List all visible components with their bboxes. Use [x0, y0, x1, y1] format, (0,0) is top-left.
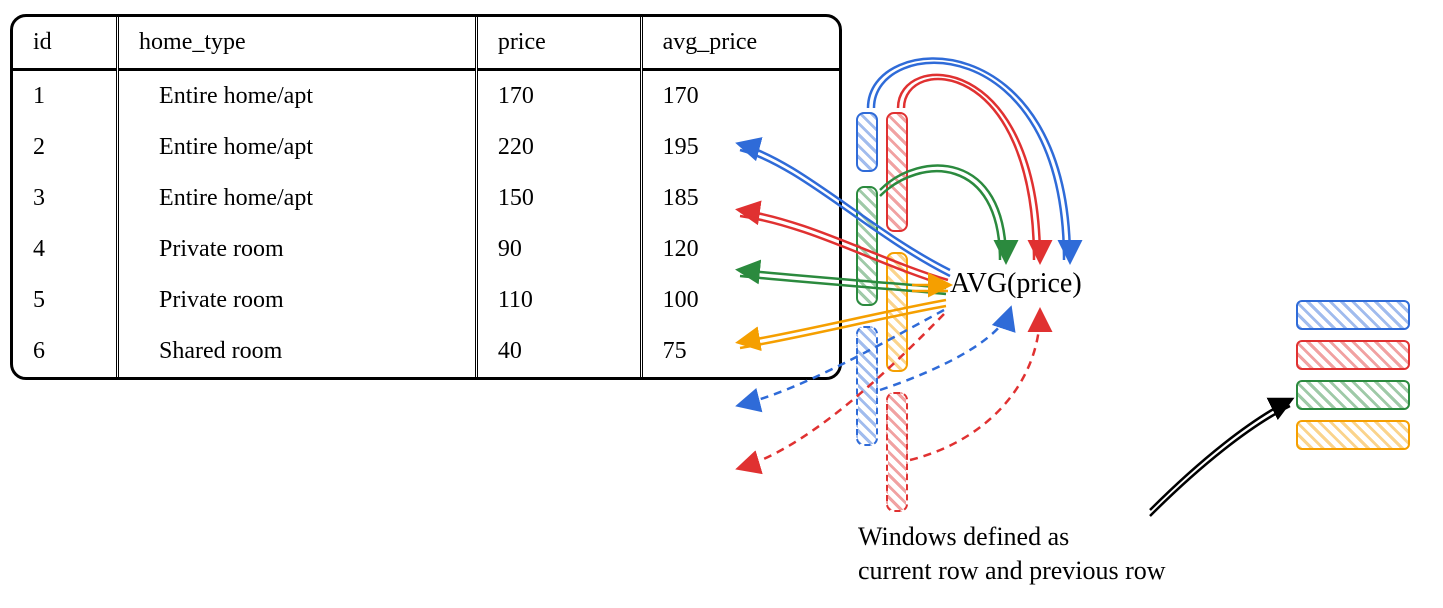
- cell-home-type: Entire home/apt: [118, 122, 477, 173]
- window-capsule-green-1: [856, 186, 878, 306]
- col-header-id: id: [13, 17, 118, 70]
- color-legend: [1296, 300, 1410, 460]
- data-table: id home_type price avg_price 1 Entire ho…: [10, 14, 842, 380]
- cell-id: 4: [13, 224, 118, 275]
- window-capsule-red-1: [886, 112, 908, 232]
- cell-avg-price: 185: [641, 173, 839, 224]
- arrow-caption-to-legend: [1150, 400, 1290, 516]
- cell-home-type: Shared room: [118, 326, 477, 377]
- table-row: 3 Entire home/apt 150 185: [13, 173, 839, 224]
- cell-home-type: Entire home/apt: [118, 70, 477, 123]
- legend-swatch-red: [1296, 340, 1410, 370]
- legend-swatch-blue: [1296, 300, 1410, 330]
- col-header-price: price: [476, 17, 641, 70]
- cell-avg-price: 100: [641, 275, 839, 326]
- table-row: 2 Entire home/apt 220 195: [13, 122, 839, 173]
- cell-avg-price: 75: [641, 326, 839, 377]
- cell-avg-price: 170: [641, 70, 839, 123]
- arrow-red-capsule-to-avg: [898, 75, 1040, 260]
- legend-swatch-orange: [1296, 420, 1410, 450]
- caption-line-2: current row and previous row: [858, 556, 1166, 585]
- cell-price: 150: [476, 173, 641, 224]
- windows-caption: Windows defined as current row and previ…: [858, 520, 1418, 588]
- cell-price: 170: [476, 70, 641, 123]
- cell-avg-price: 120: [641, 224, 839, 275]
- arrow-orange-capsule-to-avg: [912, 285, 948, 291]
- table-row: 4 Private room 90 120: [13, 224, 839, 275]
- cell-price: 90: [476, 224, 641, 275]
- window-capsule-orange-1: [886, 252, 908, 372]
- cell-id: 3: [13, 173, 118, 224]
- window-capsule-blue-2-dashed: [856, 326, 878, 446]
- cell-id: 5: [13, 275, 118, 326]
- avg-function-label: AVG(price): [950, 268, 1082, 300]
- window-capsule-red-2-dashed: [886, 392, 908, 512]
- table-row: 1 Entire home/apt 170 170: [13, 70, 839, 123]
- caption-line-1: Windows defined as: [858, 522, 1069, 551]
- cell-home-type: Private room: [118, 224, 477, 275]
- cell-price: 110: [476, 275, 641, 326]
- table-header-row: id home_type price avg_price: [13, 17, 839, 70]
- col-header-home-type: home_type: [118, 17, 477, 70]
- cell-home-type: Private room: [118, 275, 477, 326]
- window-capsule-blue-1: [856, 112, 878, 172]
- table-row: 5 Private room 110 100: [13, 275, 839, 326]
- cell-id: 2: [13, 122, 118, 173]
- legend-swatch-green: [1296, 380, 1410, 410]
- col-header-avg-price: avg_price: [641, 17, 839, 70]
- arrow-red-dashed-capsule-to-avg: [910, 312, 1040, 460]
- cell-avg-price: 195: [641, 122, 839, 173]
- cell-price: 40: [476, 326, 641, 377]
- cell-id: 6: [13, 326, 118, 377]
- cell-home-type: Entire home/apt: [118, 173, 477, 224]
- cell-price: 220: [476, 122, 641, 173]
- cell-id: 1: [13, 70, 118, 123]
- table-row: 6 Shared room 40 75: [13, 326, 839, 377]
